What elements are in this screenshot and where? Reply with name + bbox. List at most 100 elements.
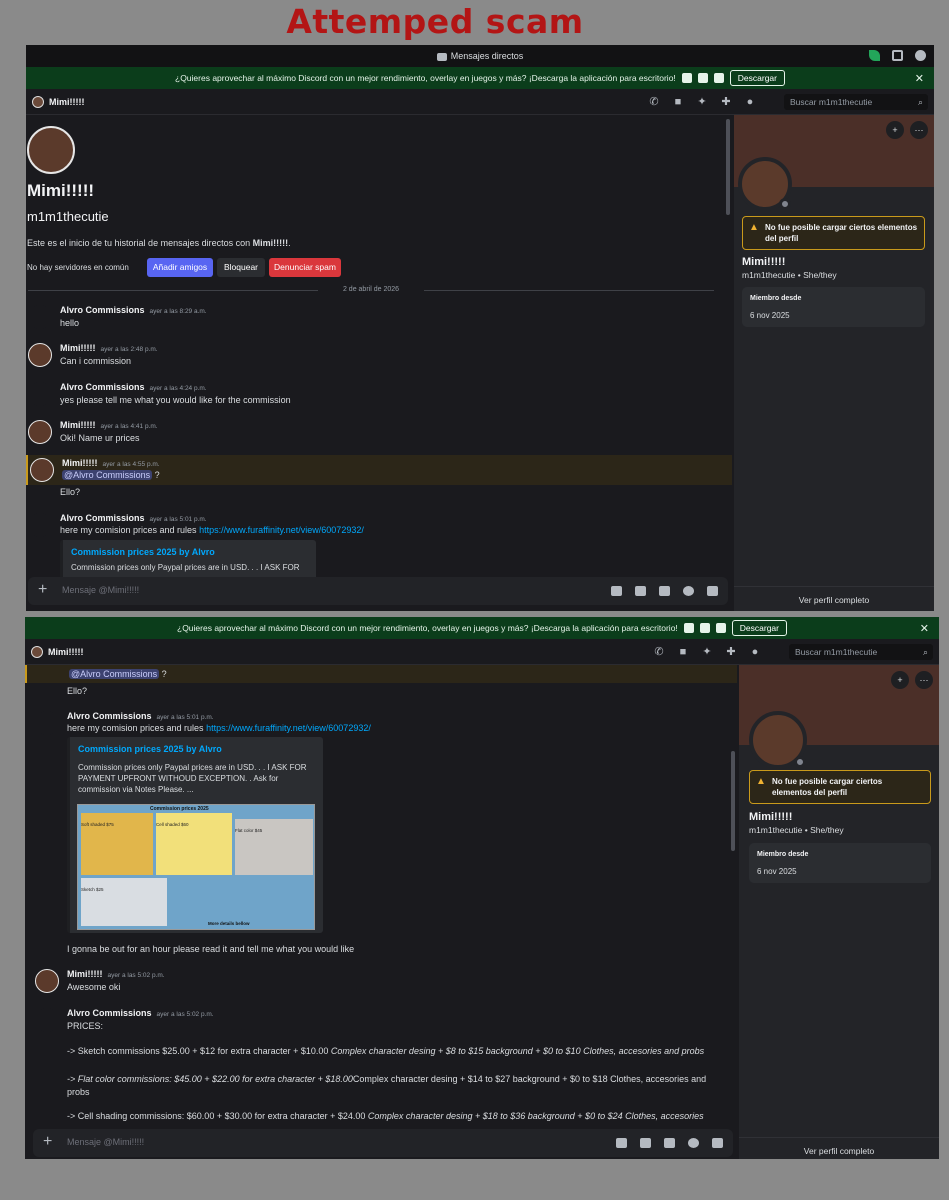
attach-plus-icon[interactable]: + xyxy=(38,581,47,599)
avatar[interactable] xyxy=(30,458,54,482)
banner-text: ¿Quieres aprovechar al máximo Discord co… xyxy=(175,73,676,83)
avatar[interactable] xyxy=(28,420,52,444)
leaf-icon[interactable] xyxy=(869,50,880,61)
user-mention[interactable]: @Alvro Commissions xyxy=(69,669,160,679)
profile-avatar[interactable] xyxy=(749,711,807,769)
block-button[interactable]: Bloquear xyxy=(217,258,265,277)
add-friend-button[interactable]: Añadir amigos xyxy=(147,258,213,277)
message-author[interactable]: Alvro Commissions xyxy=(67,711,152,721)
more-icon[interactable]: ⋯ xyxy=(910,121,928,139)
call-icon[interactable]: ✆ xyxy=(648,96,660,108)
search-input[interactable]: Buscar m1m1thecutie ⌕ xyxy=(789,644,933,660)
avatar[interactable] xyxy=(28,382,52,406)
message-timestamp: ayer a las 2:48 p.m. xyxy=(100,346,158,353)
message-author[interactable]: Mimi!!!!! xyxy=(60,420,96,430)
add-member-icon[interactable]: ✚ xyxy=(725,646,737,658)
price-line-sketch: -> Sketch commissions $25.00 + $12 for e… xyxy=(67,1046,704,1056)
pin-icon[interactable]: ✦ xyxy=(701,646,713,658)
more-icon[interactable]: ⋯ xyxy=(915,671,933,689)
scrollbar[interactable] xyxy=(731,751,735,851)
avatar[interactable] xyxy=(28,513,52,537)
apple-icon[interactable] xyxy=(681,73,692,83)
emoji-icon[interactable] xyxy=(683,586,694,596)
avatar[interactable] xyxy=(35,1008,59,1032)
message-input[interactable]: + Mensaje @Mimi!!!!! xyxy=(28,577,728,605)
inbox-icon[interactable] xyxy=(892,50,903,61)
message-text: here my comision prices and rules xyxy=(67,723,204,733)
android-icon[interactable] xyxy=(697,73,708,83)
gift-icon[interactable] xyxy=(611,586,622,596)
search-input[interactable]: Buscar m1m1thecutie ⌕ xyxy=(784,94,928,110)
member-since-card: Miembro desde 6 nov 2025 xyxy=(742,287,925,327)
help-icon[interactable] xyxy=(915,50,926,61)
close-icon[interactable]: ✕ xyxy=(920,622,929,635)
message-link[interactable]: https://www.furaffinity.net/view/6007293… xyxy=(199,525,364,535)
report-spam-button[interactable]: Denunciar spam xyxy=(269,258,341,277)
price-text: -> Cell shading commissions: $60.00 + $3… xyxy=(67,1111,368,1121)
download-button[interactable]: Descargar xyxy=(731,620,787,636)
message-text: PRICES: xyxy=(67,1021,104,1031)
message-link[interactable]: https://www.furaffinity.net/view/6007293… xyxy=(206,723,371,733)
link-embed: Commission prices 2025 by Alvro Commissi… xyxy=(60,540,316,580)
intro-start-text: Este es el inicio de tu historial de men… xyxy=(27,238,291,248)
member-since-value: 6 nov 2025 xyxy=(757,867,797,876)
price-text: -> Sketch commissions $25.00 + $12 for e… xyxy=(67,1046,331,1056)
message-author[interactable]: Mimi!!!!! xyxy=(60,343,96,353)
sticker-icon[interactable] xyxy=(664,1138,675,1148)
video-icon[interactable]: ■ xyxy=(677,646,689,658)
android-icon[interactable] xyxy=(699,623,710,633)
video-icon[interactable]: ■ xyxy=(672,96,684,108)
message-author[interactable]: Alvro Commissions xyxy=(60,382,145,392)
avatar[interactable] xyxy=(28,343,52,367)
gif-icon[interactable] xyxy=(635,586,646,596)
gif-icon[interactable] xyxy=(640,1138,651,1148)
full-profile-button[interactable]: Ver perfil completo xyxy=(734,586,934,605)
avatar[interactable] xyxy=(35,969,59,993)
apps-icon[interactable] xyxy=(712,1138,723,1148)
windows-icon[interactable] xyxy=(713,73,724,83)
message-author[interactable]: Alvro Commissions xyxy=(60,513,145,523)
scrollbar[interactable] xyxy=(726,119,730,215)
intro-start-name: Mimi!!!!! xyxy=(252,238,289,248)
price-text-italic: -> Flat color commissions: $45.00 + $22.… xyxy=(67,1074,353,1084)
embed-title[interactable]: Commission prices 2025 by Alvro xyxy=(78,744,315,754)
image-panel-label: Soft shaded $75 xyxy=(81,822,114,827)
message-author[interactable]: Mimi!!!!! xyxy=(67,969,103,979)
call-icon[interactable]: ✆ xyxy=(653,646,665,658)
add-member-icon[interactable]: ✚ xyxy=(720,96,732,108)
message-author[interactable]: Alvro Commissions xyxy=(67,1008,152,1018)
profile-avatar[interactable] xyxy=(738,157,792,211)
profile-toggle-icon[interactable]: ● xyxy=(744,96,756,108)
profile-toggle-icon[interactable]: ● xyxy=(749,646,761,658)
intro-display-name: Mimi!!!!! xyxy=(27,181,95,200)
add-friend-icon[interactable]: + xyxy=(891,671,909,689)
image-panel: Flat color $45 xyxy=(235,819,313,875)
user-mention[interactable]: @Alvro Commissions xyxy=(62,470,153,480)
full-profile-button[interactable]: Ver perfil completo xyxy=(739,1137,939,1156)
message-author[interactable]: Alvro Commissions xyxy=(60,305,145,315)
apple-icon[interactable] xyxy=(683,623,694,633)
close-icon[interactable]: ✕ xyxy=(915,72,924,85)
embed-title[interactable]: Commission prices 2025 by Alvro xyxy=(71,547,308,557)
link-embed: Commission prices 2025 by Alvro Commissi… xyxy=(67,737,323,933)
commission-prices-image[interactable]: Commission prices 2025 Soft shaded $75 C… xyxy=(77,804,315,930)
download-button[interactable]: Descargar xyxy=(729,70,785,86)
pin-icon[interactable]: ✦ xyxy=(696,96,708,108)
emoji-icon[interactable] xyxy=(688,1138,699,1148)
message-timestamp: ayer a las 5:01 p.m. xyxy=(149,516,207,523)
windows-icon[interactable] xyxy=(715,623,726,633)
mention-suffix: ? xyxy=(152,470,160,480)
sticker-icon[interactable] xyxy=(659,586,670,596)
message-text: Can i commission xyxy=(60,356,132,366)
image-note: More details bellow xyxy=(208,921,250,926)
message-author[interactable]: Mimi!!!!! xyxy=(62,458,98,468)
add-friend-icon[interactable]: + xyxy=(886,121,904,139)
message-text: Awesome oki xyxy=(67,982,121,992)
avatar[interactable] xyxy=(35,711,59,735)
date-divider: 2 de abril de 2026 xyxy=(28,286,714,293)
attach-plus-icon[interactable]: + xyxy=(43,1133,52,1151)
gift-icon[interactable] xyxy=(616,1138,627,1148)
apps-icon[interactable] xyxy=(707,586,718,596)
avatar[interactable] xyxy=(28,305,52,329)
message-input[interactable]: + Mensaje @Mimi!!!!! xyxy=(33,1129,733,1157)
